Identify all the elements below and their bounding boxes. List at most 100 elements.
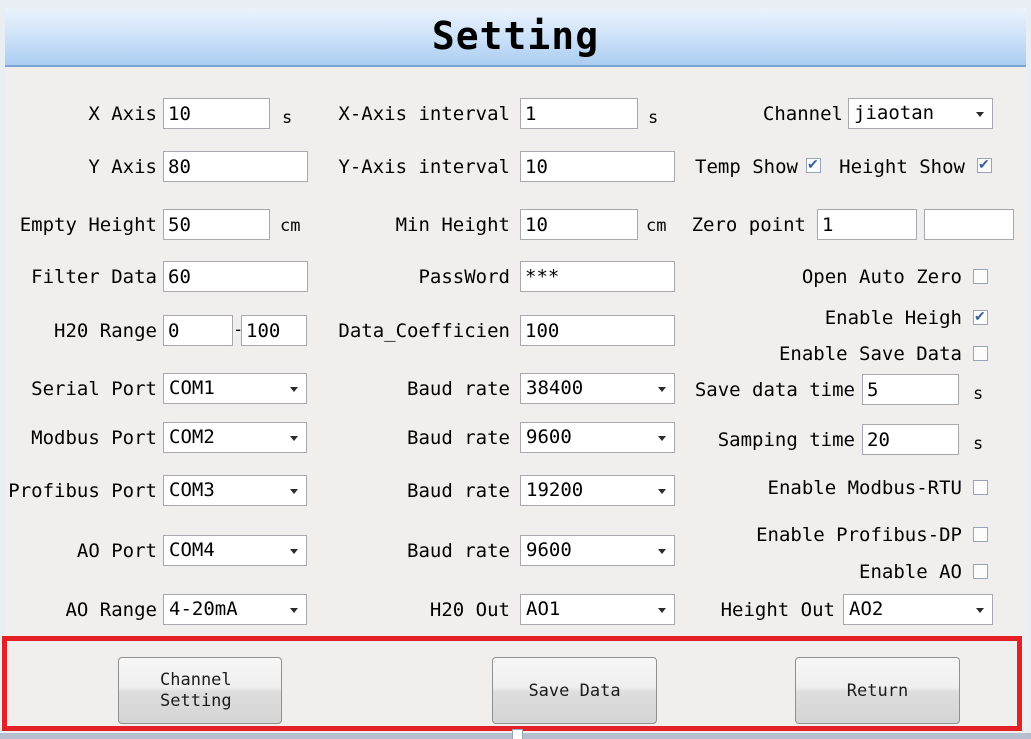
height-out-label: Height Out: [695, 598, 835, 622]
ao-baud-select[interactable]: 9600: [520, 535, 675, 566]
enable-ao-checkbox[interactable]: [973, 564, 988, 579]
data-coefficien-label: Data_Coefficien: [330, 319, 510, 343]
setting-window: Setting X Axis s X-Axis interval s Chann…: [0, 0, 1031, 739]
profibus-baud-select[interactable]: 19200: [520, 475, 675, 506]
samping-time-input[interactable]: [862, 424, 959, 455]
serial-port-label: Serial Port: [0, 377, 157, 401]
ao-range-value: 4-20mA: [169, 598, 238, 620]
samping-time-unit: s: [973, 433, 983, 455]
y-axis-input[interactable]: [163, 151, 308, 182]
title-bar: Setting: [5, 8, 1026, 67]
height-show-checkbox[interactable]: [977, 158, 992, 173]
chevron-down-icon: [976, 112, 984, 117]
chevron-down-icon: [658, 489, 666, 494]
save-data-button[interactable]: Save Data: [492, 657, 657, 724]
zero-point-input-2[interactable]: [924, 209, 1014, 240]
open-auto-zero-checkbox[interactable]: [973, 269, 988, 284]
profibus-baud-label: Baud rate: [330, 479, 510, 503]
profibus-baud-value: 19200: [526, 479, 583, 501]
ao-port-value: COM4: [169, 539, 215, 561]
password-label: PassWord: [330, 265, 510, 289]
save-data-time-input[interactable]: [862, 374, 959, 405]
chevron-down-icon: [290, 549, 298, 554]
h2o-range-min-input[interactable]: [163, 315, 233, 346]
x-axis-label: X Axis: [0, 102, 157, 126]
window-border-top: [0, 0, 1031, 8]
enable-heigh-checkbox[interactable]: [973, 310, 988, 325]
x-interval-input[interactable]: [520, 98, 638, 129]
profibus-port-label: Profibus Port: [0, 479, 157, 503]
page-title: Setting: [5, 14, 1026, 58]
y-axis-label: Y Axis: [0, 155, 157, 179]
serial-baud-label: Baud rate: [330, 377, 510, 401]
enable-heigh-label: Enable Heigh: [790, 306, 962, 330]
window-border-right: [1026, 0, 1031, 739]
modbus-port-select[interactable]: COM2: [163, 422, 307, 453]
profibus-port-select[interactable]: COM3: [163, 475, 307, 506]
filter-data-label: Filter Data: [0, 265, 157, 289]
filter-data-input[interactable]: [163, 261, 308, 292]
ao-port-select[interactable]: COM4: [163, 535, 307, 566]
zero-point-label: Zero point: [664, 213, 806, 237]
empty-height-label: Empty Height: [0, 213, 157, 237]
min-height-input[interactable]: [520, 209, 638, 240]
ao-port-label: AO Port: [0, 539, 157, 563]
x-interval-unit: s: [648, 107, 658, 129]
channel-label: Channel: [700, 102, 843, 126]
ao-range-label: AO Range: [0, 598, 157, 622]
modbus-port-label: Modbus Port: [0, 426, 157, 450]
enable-save-data-checkbox[interactable]: [973, 346, 988, 361]
serial-baud-value: 38400: [526, 377, 583, 399]
chevron-down-icon: [290, 387, 298, 392]
data-coefficien-input[interactable]: [520, 315, 675, 346]
enable-save-data-label: Enable Save Data: [750, 342, 962, 366]
h2o-range-label: H20 Range: [0, 319, 157, 343]
chevron-down-icon: [976, 608, 984, 613]
enable-ao-label: Enable AO: [790, 560, 962, 584]
channel-setting-button[interactable]: Channel Setting: [118, 657, 282, 724]
serial-baud-select[interactable]: 38400: [520, 373, 675, 404]
h2o-out-value: AO1: [526, 598, 560, 620]
chevron-down-icon: [658, 549, 666, 554]
chevron-down-icon: [658, 436, 666, 441]
ao-baud-value: 9600: [526, 539, 572, 561]
modbus-baud-select[interactable]: 9600: [520, 422, 675, 453]
samping-time-label: Samping time: [683, 428, 855, 452]
height-out-select[interactable]: AO2: [843, 594, 993, 625]
return-button[interactable]: Return: [795, 657, 960, 724]
height-out-value: AO2: [849, 598, 883, 620]
x-axis-input[interactable]: [163, 98, 270, 129]
channel-value: jiaotan: [854, 102, 934, 124]
background-window-fragment: [512, 729, 523, 739]
zero-point-input[interactable]: [817, 209, 917, 240]
chevron-down-icon: [658, 608, 666, 613]
channel-select[interactable]: jiaotan: [848, 98, 993, 129]
save-data-button-label: Save Data: [528, 681, 620, 701]
empty-height-input[interactable]: [163, 209, 270, 240]
enable-profibus-dp-checkbox[interactable]: [973, 527, 988, 542]
chevron-down-icon: [290, 489, 298, 494]
enable-modbus-rtu-checkbox[interactable]: [973, 480, 988, 495]
empty-height-unit: cm: [280, 215, 300, 237]
ao-range-select[interactable]: 4-20mA: [163, 594, 307, 625]
save-data-time-label: Save data time: [683, 378, 855, 402]
h2o-range-max-input[interactable]: [241, 315, 307, 346]
serial-port-select[interactable]: COM1: [163, 373, 307, 404]
channel-setting-button-label: Channel Setting: [160, 670, 240, 712]
x-axis-unit: s: [282, 107, 292, 129]
modbus-baud-label: Baud rate: [330, 426, 510, 450]
ao-baud-label: Baud rate: [330, 539, 510, 563]
min-height-label: Min Height: [330, 213, 510, 237]
temp-show-checkbox[interactable]: [806, 158, 821, 173]
h2o-out-select[interactable]: AO1: [520, 594, 675, 625]
return-button-label: Return: [847, 681, 908, 701]
temp-show-label: Temp Show: [650, 155, 798, 179]
serial-port-value: COM1: [169, 377, 215, 399]
y-interval-label: Y-Axis interval: [330, 155, 510, 179]
password-input[interactable]: [520, 261, 675, 292]
save-data-time-unit: s: [973, 383, 983, 405]
enable-modbus-rtu-label: Enable Modbus-RTU: [740, 476, 962, 500]
chevron-down-icon: [290, 608, 298, 613]
height-show-label: Height Show: [826, 155, 965, 179]
chevron-down-icon: [658, 387, 666, 392]
